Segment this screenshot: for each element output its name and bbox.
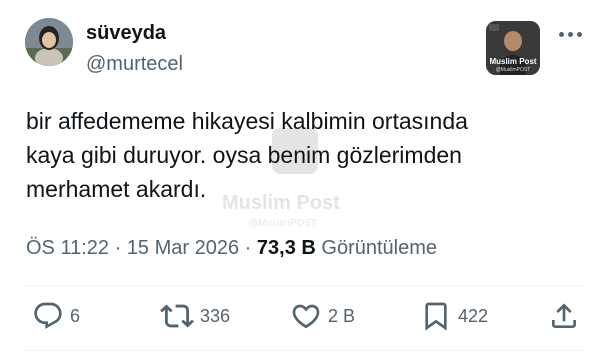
share-button[interactable] xyxy=(548,298,580,334)
author-display-name[interactable]: süveyda xyxy=(86,22,166,45)
tweet-date[interactable]: 15 Mar 2026 xyxy=(127,237,239,259)
tweet-text: bir affedememe hikayesi kalbimin ortasın… xyxy=(26,104,586,206)
badge-title: Muslim Post xyxy=(489,57,537,66)
bookmark-count: 422 xyxy=(458,305,489,326)
reply-icon xyxy=(34,302,62,329)
avatar[interactable] xyxy=(25,18,73,66)
meta-separator: · xyxy=(239,237,257,259)
heart-icon xyxy=(292,304,320,329)
tweet-meta: ÖS 11:22 · 15 Mar 2026 · 73,3 B Görüntül… xyxy=(26,237,437,260)
avatar-image xyxy=(25,18,73,66)
watermark-subtitle: @MuslimPOST xyxy=(248,218,318,229)
more-dot xyxy=(567,31,573,37)
bookmark-icon xyxy=(425,302,447,331)
like-count: 2 B xyxy=(328,305,356,326)
tweet-text-line: bir affedememe hikayesi kalbimin ortasın… xyxy=(26,108,468,134)
tweet-card: süveyda @murtecel Muslim Post @MuslimPOS… xyxy=(0,0,610,355)
more-icon[interactable] xyxy=(553,22,587,46)
reply-button[interactable]: 6 xyxy=(32,298,80,334)
repost-button[interactable]: 336 xyxy=(160,298,230,334)
repost-icon xyxy=(160,304,194,328)
tweet-text-line: merhamet akardı. xyxy=(26,176,207,202)
like-button[interactable]: 2 B xyxy=(290,298,355,334)
views-count: 73,3 B xyxy=(256,237,316,259)
bookmark-button[interactable]: 422 xyxy=(420,298,488,334)
divider xyxy=(26,285,584,286)
more-dot xyxy=(576,31,582,37)
tweet-text-line: kaya gibi duruyor. oysa benim gözlerimde… xyxy=(26,142,462,168)
tweet-time[interactable]: ÖS 11:22 xyxy=(26,237,109,259)
reply-count: 6 xyxy=(70,305,81,326)
share-icon xyxy=(552,303,576,328)
badge-subtitle: @MuslimPOST xyxy=(495,67,531,73)
affiliate-badge-logo[interactable]: Muslim Post @MuslimPOST xyxy=(486,21,540,75)
repost-count: 336 xyxy=(200,305,231,326)
meta-separator: · xyxy=(109,237,127,259)
divider xyxy=(26,350,584,351)
more-dot xyxy=(558,31,564,37)
views-label: Görüntüleme xyxy=(321,237,438,259)
author-handle[interactable]: @murtecel xyxy=(86,53,183,76)
